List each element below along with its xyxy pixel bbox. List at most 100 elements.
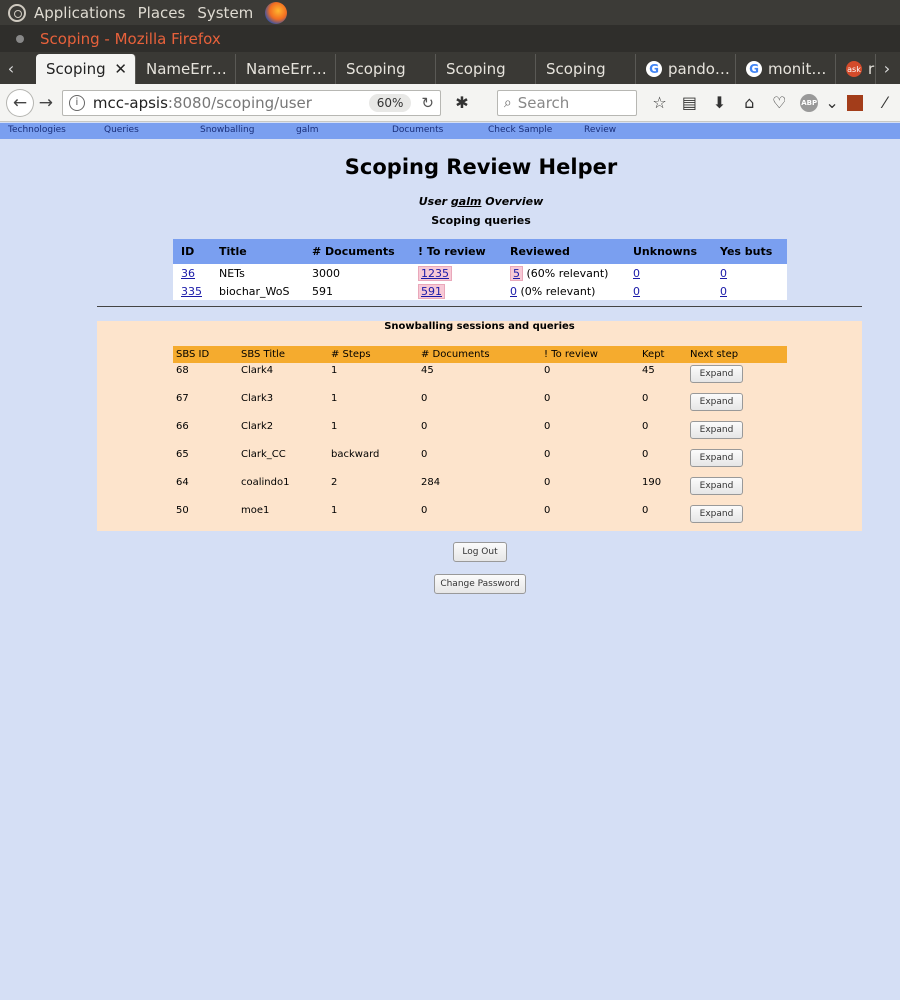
adblock-icon[interactable]: ABP [794, 91, 824, 115]
col-to-review: ! To review [410, 239, 502, 264]
section-divider [97, 306, 862, 307]
forward-arrow-icon[interactable]: → [34, 91, 58, 115]
tab-scroll-left-icon[interactable]: ‹ [0, 52, 22, 84]
user-prefix: User [418, 195, 451, 208]
table-row: 68 Clark4 1 45 0 45 Expand [173, 363, 787, 391]
table-row: 64 coalindo1 2 284 0 190 Expand [173, 475, 787, 503]
col-id: ID [173, 239, 211, 264]
query-title: biochar_WoS [219, 284, 290, 298]
library-icon[interactable]: ▤ [675, 91, 705, 115]
reviewed-link[interactable]: 5 [510, 265, 523, 281]
nav-user[interactable]: galm [296, 125, 319, 135]
yes-buts-link[interactable]: 0 [720, 285, 727, 298]
user-link[interactable]: galm [451, 195, 482, 208]
applications-menu[interactable]: Applications [34, 4, 126, 22]
tab-label: pando… [668, 60, 730, 78]
download-icon[interactable]: ⬇ [704, 91, 734, 115]
close-icon[interactable]: ✕ [114, 60, 127, 78]
expand-button[interactable]: Expand [690, 477, 743, 495]
mcc-extension-icon[interactable] [840, 91, 870, 115]
tab-nameerror-2[interactable]: NameErr… [236, 54, 336, 84]
site-nav: Technologies Queries Snowballing galm Do… [0, 123, 900, 139]
next-step-cell: Expand [687, 447, 787, 475]
tab-label: Scoping [446, 60, 506, 78]
sbs-title: Clark4 [241, 365, 274, 376]
google-icon: G [646, 61, 662, 77]
sbs-kept: 0 [642, 505, 649, 516]
home-icon[interactable]: ⌂ [734, 91, 764, 115]
col-reviewed: Reviewed [502, 239, 625, 264]
snowballing-panel: Snowballing sessions and queries SBS ID … [97, 321, 862, 531]
change-password-button[interactable]: Change Password [434, 574, 526, 594]
sbs-id: 68 [176, 365, 189, 376]
unknowns-link[interactable]: 0 [633, 285, 640, 298]
sbs-documents: 284 [421, 477, 441, 488]
sbs-id: 66 [176, 421, 189, 432]
nav-review[interactable]: Review [584, 125, 616, 135]
nav-queries[interactable]: Queries [104, 125, 139, 135]
expand-button[interactable]: Expand [690, 365, 743, 383]
next-step-cell: Expand [687, 419, 787, 447]
places-menu[interactable]: Places [138, 4, 186, 22]
query-id-link[interactable]: 335 [181, 285, 202, 298]
expand-button[interactable]: Expand [690, 505, 743, 523]
relevant-percent: (0% relevant) [517, 284, 596, 298]
tab-monit[interactable]: Gmonit… [736, 54, 836, 84]
info-icon[interactable]: i [68, 94, 85, 111]
table-row: 335 biochar_WoS 591 591 0 (0% relevant) … [173, 282, 787, 300]
window-close-icon[interactable] [16, 34, 24, 43]
sbs-steps: 2 [331, 477, 338, 488]
scoping-queries-table: ID Title # Documents ! To review Reviewe… [173, 239, 787, 300]
tab-scoping-4[interactable]: Scoping [536, 54, 636, 84]
sbs-kept: 0 [642, 421, 649, 432]
firefox-icon[interactable] [265, 1, 288, 24]
sbs-id: 67 [176, 393, 189, 404]
user-overview-line: User galm Overview [0, 195, 900, 208]
tab-scroll-right-icon[interactable]: › [876, 52, 898, 84]
scoping-queries-heading: Scoping queries [431, 214, 531, 227]
system-menu[interactable]: System [197, 4, 253, 22]
sbs-title: Clark_CC [241, 449, 286, 460]
ubuntu-logo-icon[interactable] [8, 3, 26, 22]
search-input[interactable]: ⌕ Search [496, 89, 637, 116]
url-bar[interactable]: i mcc-apsis :8080/scoping/user 60% ↻ [61, 89, 441, 116]
nav-snowballing[interactable]: Snowballing [200, 125, 254, 135]
next-step-cell: Expand [687, 475, 787, 503]
sbs-steps: 1 [331, 505, 338, 516]
tab-pando[interactable]: Gpando… [636, 54, 736, 84]
nav-technologies[interactable]: Technologies [8, 125, 66, 135]
tab-scoping-active[interactable]: Scoping ✕ [36, 54, 136, 84]
query-id-link[interactable]: 36 [181, 267, 195, 280]
back-arrow-icon[interactable]: ← [6, 88, 34, 117]
zoom-level[interactable]: 60% [368, 93, 412, 112]
table-row: 66 Clark2 1 0 0 0 Expand [173, 419, 787, 447]
nav-check-sample[interactable]: Check Sample [488, 125, 552, 135]
tab-scoping-3[interactable]: Scoping [436, 54, 536, 84]
sbs-steps: 1 [331, 365, 338, 376]
nav-documents[interactable]: Documents [392, 125, 443, 135]
sbs-kept: 190 [642, 477, 662, 488]
expand-button[interactable]: Expand [690, 449, 743, 467]
tab-nameerror-1[interactable]: NameErr… [136, 54, 236, 84]
table-row: 50 moe1 1 0 0 0 Expand [173, 503, 787, 531]
pocket-icon[interactable]: ♡ [764, 91, 794, 115]
chevron-down-icon[interactable]: ⌄ [824, 91, 840, 115]
overflow-icon[interactable]: ⁄ [870, 91, 900, 115]
expand-button[interactable]: Expand [690, 393, 743, 411]
col-title: Title [211, 239, 304, 264]
logout-button[interactable]: Log Out [453, 542, 507, 562]
unknowns-link[interactable]: 0 [633, 267, 640, 280]
reviewed-link[interactable]: 0 [510, 285, 517, 298]
extension-bug-icon[interactable]: ✱ [447, 91, 477, 115]
tab-scoping-2[interactable]: Scoping [336, 54, 436, 84]
tab-ask[interactable]: ask r [836, 54, 876, 84]
search-placeholder: Search [517, 93, 570, 112]
sbs-steps: 1 [331, 421, 338, 432]
bookmark-star-icon[interactable]: ☆ [645, 91, 675, 115]
reload-icon[interactable]: ↻ [421, 94, 434, 112]
col-next-step: Next step [687, 346, 787, 363]
yes-buts-link[interactable]: 0 [720, 267, 727, 280]
to-review-link[interactable]: 591 [418, 283, 445, 299]
to-review-link[interactable]: 1235 [418, 265, 452, 281]
expand-button[interactable]: Expand [690, 421, 743, 439]
